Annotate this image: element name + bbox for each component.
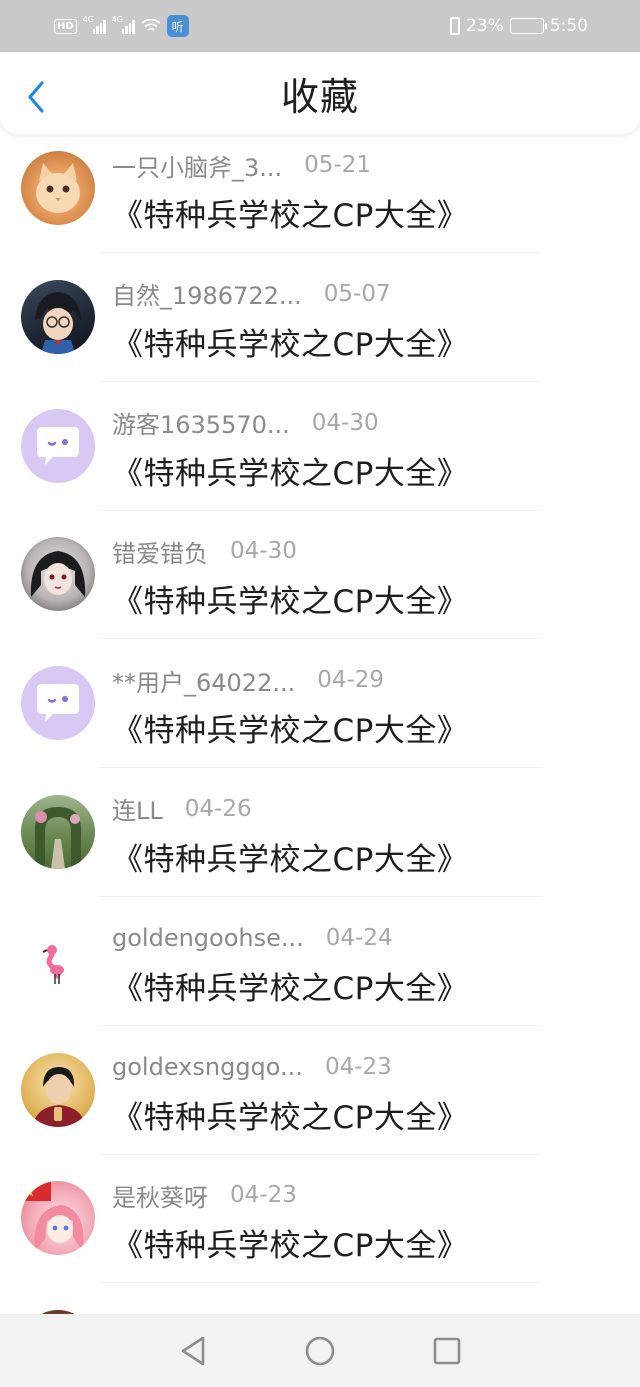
list-item-partial[interactable] (0, 1293, 640, 1314)
item-meta: 是秋葵呀 04-23 (112, 1178, 297, 1213)
date: 04-26 (184, 795, 252, 822)
item-meta: goldexsnggqo... 04-23 (112, 1052, 392, 1082)
date: 05-21 (304, 152, 371, 178)
garden-avatar-icon (35, 806, 81, 869)
divider (100, 252, 540, 253)
favorites-list: 一只小脑斧_3... 05-21 《特种兵学校之CP大全》 自然_1986722… (0, 134, 640, 1314)
post-title[interactable]: 《特种兵学校之CP大全》 (112, 190, 468, 235)
avatar[interactable] (21, 279, 95, 354)
chat-bubble-icon (37, 426, 79, 465)
list-item[interactable]: **用户_64022... 04-29 《特种兵学校之CP大全》 (0, 649, 640, 778)
cat-avatar-icon (36, 163, 80, 213)
divider (100, 1024, 540, 1026)
avatar[interactable] (21, 794, 95, 869)
date: 04-29 (317, 667, 385, 694)
post-title[interactable]: 《特种兵学校之CP大全》 (112, 1220, 468, 1265)
post-title[interactable]: 《特种兵学校之CP大全》 (112, 576, 468, 621)
circle-home-icon (305, 1336, 335, 1365)
list-item[interactable]: 是秋葵呀 04-23 《特种兵学校之CP大全》 (0, 1164, 640, 1293)
back-button[interactable] (22, 80, 50, 114)
divider (100, 638, 540, 640)
list-item[interactable]: goldexsnggqo... 04-23 《特种兵学校之CP大全》 (0, 1036, 640, 1165)
vibrate-icon (450, 17, 461, 35)
avatar[interactable] (21, 923, 95, 998)
anime-girl-avatar-icon (30, 551, 86, 598)
system-nav-bar (0, 1314, 640, 1387)
post-title[interactable]: 《特种兵学校之CP大全》 (112, 705, 468, 750)
item-meta: 游客1635570... 04-30 (112, 405, 379, 440)
chat-bubble-icon (37, 684, 79, 723)
divider (100, 380, 540, 382)
clock: 5:50 (549, 16, 588, 36)
avatar[interactable] (21, 666, 95, 741)
username[interactable]: 自然_1986722... (112, 276, 302, 311)
username[interactable]: 游客1635570... (112, 405, 290, 440)
list-item[interactable]: 游客1635570... 04-30 《特种兵学校之CP大全》 (0, 392, 640, 521)
item-meta: 一只小脑斧_3... 05-21 (112, 148, 371, 183)
date: 04-30 (311, 409, 379, 436)
list-item[interactable]: 错爱错负 04-30 《特种兵学校之CP大全》 (0, 520, 640, 649)
username[interactable]: goldengoohse... (112, 924, 304, 952)
signal-icon: 4G (83, 15, 106, 34)
list-item[interactable]: goldengoohse... 04-24 《特种兵学校之CP大全》 (0, 907, 640, 1036)
post-title[interactable]: 《特种兵学校之CP大全》 (112, 963, 468, 1008)
divider (100, 1153, 540, 1155)
battery-icon (509, 18, 547, 34)
date: 04-24 (325, 924, 393, 951)
nav-home-button[interactable] (300, 1331, 340, 1371)
nav-back-button[interactable] (173, 1331, 213, 1371)
chevron-left-icon (28, 81, 44, 113)
item-meta: **用户_64022... 04-29 (112, 663, 385, 698)
battery-percent: 23% (466, 16, 504, 36)
avatar[interactable] (21, 1052, 95, 1127)
item-meta: 自然_1986722... 05-07 (112, 276, 391, 311)
avatar[interactable] (21, 151, 95, 225)
page-title: 收藏 (280, 74, 359, 119)
avatar[interactable] (21, 537, 95, 612)
date: 04-23 (324, 1053, 392, 1080)
status-left: HD 4G 4G 听 (54, 15, 189, 37)
username[interactable]: goldexsnggqo... (112, 1053, 303, 1081)
list-item[interactable]: 自然_1986722... 05-07 《特种兵学校之CP大全》 (0, 263, 640, 392)
signal-icon-2: 4G (112, 15, 135, 34)
hd-indicator: HD (54, 18, 77, 34)
header: 收藏 (0, 52, 640, 134)
boy-avatar-icon (33, 1066, 85, 1127)
item-meta: 连LL 04-26 (112, 791, 252, 826)
username[interactable]: 连LL (112, 791, 163, 826)
anime-girl-pink-avatar-icon (21, 1181, 84, 1252)
triangle-back-icon (182, 1336, 205, 1365)
divider (100, 1282, 540, 1284)
username[interactable]: 一只小脑斧_3... (112, 148, 282, 183)
flamingo-avatar-icon (42, 944, 64, 984)
post-title[interactable]: 《特种兵学校之CP大全》 (112, 834, 468, 879)
username[interactable]: **用户_64022... (112, 663, 295, 698)
divider (100, 509, 540, 511)
status-right: 23% 5:50 (450, 16, 588, 36)
anime-detective-avatar-icon (35, 291, 81, 354)
post-title[interactable]: 《特种兵学校之CP大全》 (112, 448, 468, 493)
item-meta: goldengoohse... 04-24 (112, 923, 393, 953)
nav-recents-button[interactable] (427, 1331, 467, 1371)
username[interactable]: 是秋葵呀 (112, 1178, 208, 1213)
wifi-icon (141, 19, 161, 31)
date: 04-30 (230, 538, 297, 565)
divider (100, 895, 540, 897)
avatar[interactable] (21, 1181, 95, 1256)
post-title[interactable]: 《特种兵学校之CP大全》 (112, 1092, 468, 1137)
username[interactable]: 错爱错负 (112, 534, 208, 569)
listen-app-icon: 听 (166, 15, 189, 37)
post-title[interactable]: 《特种兵学校之CP大全》 (112, 319, 468, 364)
date: 05-07 (323, 280, 391, 307)
list-item[interactable]: 连LL 04-26 《特种兵学校之CP大全》 (0, 778, 640, 907)
status-bar: HD 4G 4G 听 23% 5:50 (0, 0, 640, 52)
item-meta: 错爱错负 04-30 (112, 534, 297, 569)
square-recents-icon (433, 1337, 460, 1364)
avatar[interactable] (21, 408, 95, 483)
list-item[interactable]: 一只小脑斧_3... 05-21 《特种兵学校之CP大全》 (0, 134, 640, 263)
divider (100, 767, 540, 769)
date: 04-23 (230, 1182, 297, 1209)
